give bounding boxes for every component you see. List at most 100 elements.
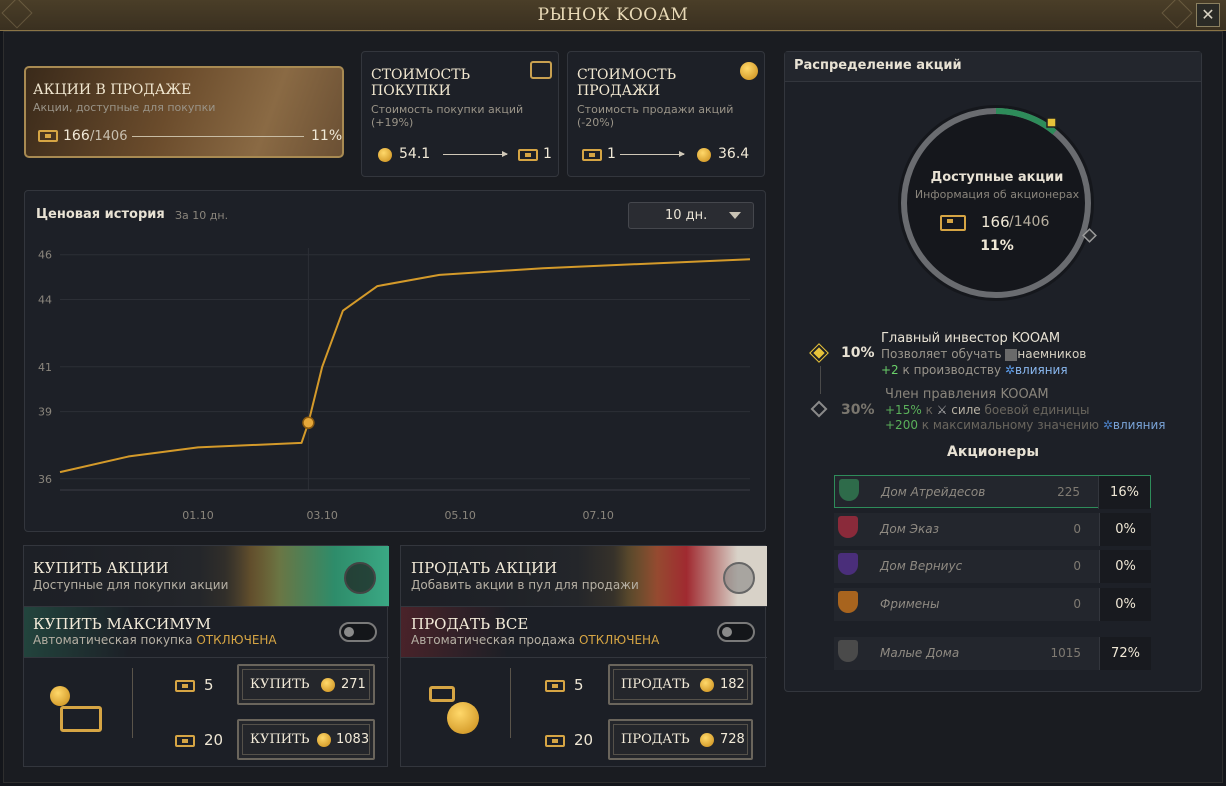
buy-max-title: КУПИТЬ МАКСИМУМ [33,615,211,633]
ring-subtitle: Информация об акционерах [914,188,1080,201]
buy-qty: 5 [204,676,214,694]
sell-price: 728 [720,732,745,747]
holder-row-atreides[interactable]: Дом Атрейдесов 225 16% [834,475,1151,509]
share-ticket-icon [545,735,565,747]
influence-icon: ✲ [1102,418,1113,432]
x-tick-label: 05.10 [444,509,476,522]
sell-all-subtitle: Автоматическая продажа [411,633,576,647]
mercenary-icon [1005,348,1018,361]
buy-max-state: ОТКЛЮЧЕНА [196,633,277,647]
arrow-icon [620,151,685,157]
sell-all-state: ОТКЛЮЧЕНА [578,633,660,647]
sell-price: 182 [720,677,745,692]
card-title-line2: ПОКУПКИ [371,83,451,99]
tier-desc: боевой единицы [984,403,1090,417]
close-button[interactable]: ✕ [1196,3,1220,27]
buy-ticket-icon [530,61,552,79]
sell-all-toggle[interactable] [717,622,755,642]
x-tick-label: 03.10 [306,509,338,522]
ring-title: Доступные акции [930,170,1064,185]
buy-max-toggle[interactable] [339,622,377,642]
period-dropdown[interactable]: 10 дн. [628,202,754,229]
coin-bag-icon [740,62,758,80]
buy-button-label: КУПИТЬ [250,677,310,692]
tier-bonus: +2 [881,363,899,377]
sell-cost-from: 1 [607,146,616,162]
share-ticket-icon [175,680,195,692]
coin-icon [697,148,711,162]
card-subtitle: Акции, доступные для покупки [33,101,216,114]
tier-pct: 10% [841,345,875,361]
sell-5-button[interactable]: ПРОДАТЬ 182 [608,664,753,705]
holder-pct: 0% [1099,550,1151,583]
sell-button-label: ПРОДАТЬ [621,732,690,747]
minor-houses-icon [834,637,862,670]
shares-percent: 11% [311,128,343,144]
tier-desc: к [925,403,933,417]
house-ecaz-icon [834,513,862,546]
holder-row-minor-houses[interactable]: Малые Дома 1015 72% [834,637,1151,670]
card-subtitle: Стоимость продажи акций (-20%) [577,103,734,129]
y-tick-label: 39 [38,406,52,419]
holder-pct: 0% [1099,513,1151,546]
holder-count: 0 [1073,559,1081,573]
holder-pct: 72% [1099,637,1151,670]
tier-desc: к максимальному значению [921,418,1100,432]
distribution-title: Распределение акций [794,58,962,73]
y-tick-label: 44 [38,294,52,307]
shares-on-sale-card[interactable]: АКЦИИ В ПРОДАЖЕ Акции, доступные для пок… [24,66,344,158]
tier-influence: влияния [1014,363,1068,377]
holder-count: 1015 [1050,646,1081,660]
card-title-line1: СТОИМОСТЬ [371,67,471,83]
tier-name: Член правления KOOAM [885,387,1049,402]
tier-bonus: +15% [885,403,922,417]
card-title-line2: ПРОДАЖИ [577,83,661,99]
y-tick-label: 36 [38,473,52,486]
buy-banner-title: КУПИТЬ АКЦИИ [33,559,169,577]
title-bar: РЫНОК KOOAM ✕ [0,0,1226,31]
ring-total: /1406 [1009,214,1050,230]
buy-cost-card: СТОИМОСТЬ ПОКУПКИ Стоимость покупки акци… [361,51,559,177]
swords-icon: ⚔ [936,403,948,417]
holders-title: Акционеры [947,444,1039,460]
ring-available: 166 [981,213,1010,231]
marker-icon [1046,117,1057,128]
tier-desc: Позволяет обучать [881,347,1002,361]
x-tick-label: 07.10 [582,509,614,522]
card-subtitle: Стоимость покупки акций (+19%) [371,103,524,129]
influence-icon: ✲ [1004,363,1015,377]
sell-button-label: ПРОДАТЬ [621,677,690,692]
coin-icon [700,733,714,747]
tier-desc: к производству [902,363,1002,377]
share-ticket-icon [582,149,602,161]
share-ticket-icon [38,130,58,142]
sell-qty: 20 [574,731,594,749]
buy-cost-from: 54.1 [399,146,431,162]
sell-shares-icon [429,686,479,736]
buy-shares-icon [50,686,102,736]
holder-name: Фримены [880,597,940,611]
holder-count: 0 [1073,522,1081,536]
chart-title: Ценовая история [36,207,165,222]
card-title-line1: СТОИМОСТЬ [577,67,677,83]
price-line [59,258,751,474]
share-ticket-icon [940,215,966,231]
holder-row-vernius[interactable]: Дом Верниус 0 0% [834,550,1151,583]
price-chart: 36 39 41 44 46 01.10 03.10 05.10 07.10 [38,248,751,522]
tier-name: Главный инвестор KOOAM [881,331,1061,346]
buy-5-button[interactable]: КУПИТЬ 271 [237,664,375,705]
buy-20-button[interactable]: КУПИТЬ 1083 [237,719,375,760]
holder-row-fremen[interactable]: Фримены 0 0% [834,588,1151,621]
buy-price: 1083 [336,732,370,747]
shares-available: 166 [63,128,90,144]
tier-bonus: +200 [885,418,918,432]
holder-name: Малые Дома [880,646,960,660]
coin-icon [378,148,392,162]
holder-row-ecaz[interactable]: Дом Эказ 0 0% [834,513,1151,546]
sell-20-button[interactable]: ПРОДАТЬ 728 [608,719,753,760]
card-title: АКЦИИ В ПРОДАЖЕ [33,82,192,98]
share-ticket-icon [545,680,565,692]
tier-desc-highlight: наемников [1017,347,1087,361]
ring-percent: 11% [980,238,1014,254]
buy-cost-to: 1 [543,146,552,162]
